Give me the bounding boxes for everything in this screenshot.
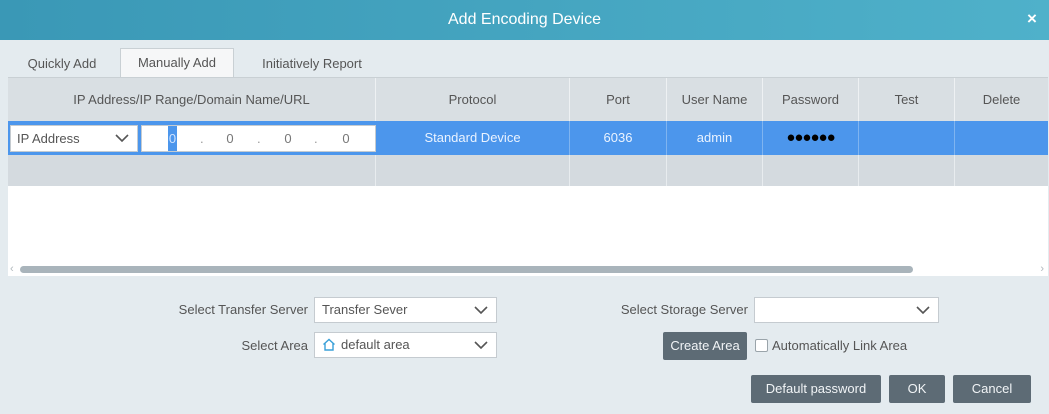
ok-button[interactable]: OK	[889, 375, 945, 403]
empty-cell	[859, 155, 955, 186]
chevron-down-icon	[474, 341, 488, 350]
port-cell[interactable]: 6036	[570, 121, 667, 155]
tab-quickly-add[interactable]: Quickly Add	[8, 50, 116, 78]
title-bar: Add Encoding Device ×	[0, 0, 1049, 40]
test-cell[interactable]	[859, 121, 955, 155]
storage-server-label: Select Storage Server	[620, 302, 748, 317]
table-row-empty[interactable]	[8, 155, 1048, 186]
area-select[interactable]: default area	[314, 332, 497, 358]
window-title: Add Encoding Device	[448, 11, 601, 28]
transfer-server-label: Select Transfer Server	[178, 302, 308, 317]
close-icon[interactable]: ×	[1021, 8, 1043, 30]
empty-cell	[667, 155, 763, 186]
ip-octet-3[interactable]: 0	[278, 126, 298, 151]
ip-octet-2[interactable]: 0	[220, 126, 240, 151]
arrow-left-icon[interactable]: ‹	[10, 262, 14, 276]
password-cell[interactable]: ●●●●●●	[763, 121, 859, 155]
user-name-cell[interactable]: admin	[667, 121, 763, 155]
chevron-down-icon	[474, 306, 488, 315]
tab-manually-add[interactable]: Manually Add	[120, 48, 234, 78]
empty-cell	[8, 155, 376, 186]
address-type-value: IP Address	[17, 131, 80, 146]
delete-cell[interactable]	[955, 121, 1048, 155]
column-header-protocol[interactable]: Protocol	[376, 78, 570, 121]
column-header-port[interactable]: Port	[570, 78, 667, 121]
ip-separator: .	[314, 131, 318, 146]
empty-cell	[570, 155, 667, 186]
device-grid: IP Address/IP Range/Domain Name/URL Prot…	[8, 78, 1048, 276]
column-header-delete[interactable]: Delete	[955, 78, 1048, 121]
column-header-test[interactable]: Test	[859, 78, 955, 121]
empty-cell	[763, 155, 859, 186]
empty-cell	[955, 155, 1048, 186]
column-header-password[interactable]: Password	[763, 78, 859, 121]
ip-octet-1[interactable]: 0	[168, 126, 177, 151]
column-header-address[interactable]: IP Address/IP Range/Domain Name/URL	[8, 78, 376, 121]
cancel-button[interactable]: Cancel	[953, 375, 1031, 403]
ip-separator: .	[200, 131, 204, 146]
arrow-right-icon[interactable]: ›	[1040, 262, 1044, 276]
auto-link-label[interactable]: Automatically Link Area	[772, 334, 942, 358]
horizontal-scrollbar[interactable]: ‹ ›	[8, 262, 1048, 276]
ip-address-input[interactable]: 0 . 0 . 0 . 0	[141, 125, 376, 152]
create-area-button[interactable]: Create Area	[663, 332, 747, 360]
auto-link-checkbox[interactable]	[755, 339, 768, 352]
scrollbar-thumb[interactable]	[20, 266, 913, 273]
table-row[interactable]: IP Address 0 . 0 . 0 . 0 Standard Device…	[8, 121, 1048, 155]
chevron-down-icon	[115, 134, 129, 143]
area-value: default area	[341, 337, 410, 352]
transfer-server-value: Transfer Sever	[322, 302, 408, 317]
transfer-server-select[interactable]: Transfer Sever	[314, 297, 497, 323]
home-icon	[323, 338, 335, 351]
password-mask: ●●●●●●	[786, 129, 835, 146]
area-label: Select Area	[241, 338, 309, 353]
ip-octet-4[interactable]: 0	[336, 126, 356, 151]
ip-separator: .	[257, 131, 261, 146]
grid-header: IP Address/IP Range/Domain Name/URL Prot…	[8, 78, 1048, 121]
empty-cell	[376, 155, 570, 186]
dialog-body: Quickly Add Manually Add Initiatively Re…	[0, 40, 1049, 414]
tab-initiatively-report[interactable]: Initiatively Report	[240, 50, 384, 78]
protocol-cell[interactable]: Standard Device	[376, 121, 570, 155]
column-header-user-name[interactable]: User Name	[667, 78, 763, 121]
default-password-button[interactable]: Default password	[751, 375, 881, 403]
storage-server-select[interactable]	[754, 297, 939, 323]
address-type-select[interactable]: IP Address	[10, 125, 138, 152]
chevron-down-icon	[916, 306, 930, 315]
